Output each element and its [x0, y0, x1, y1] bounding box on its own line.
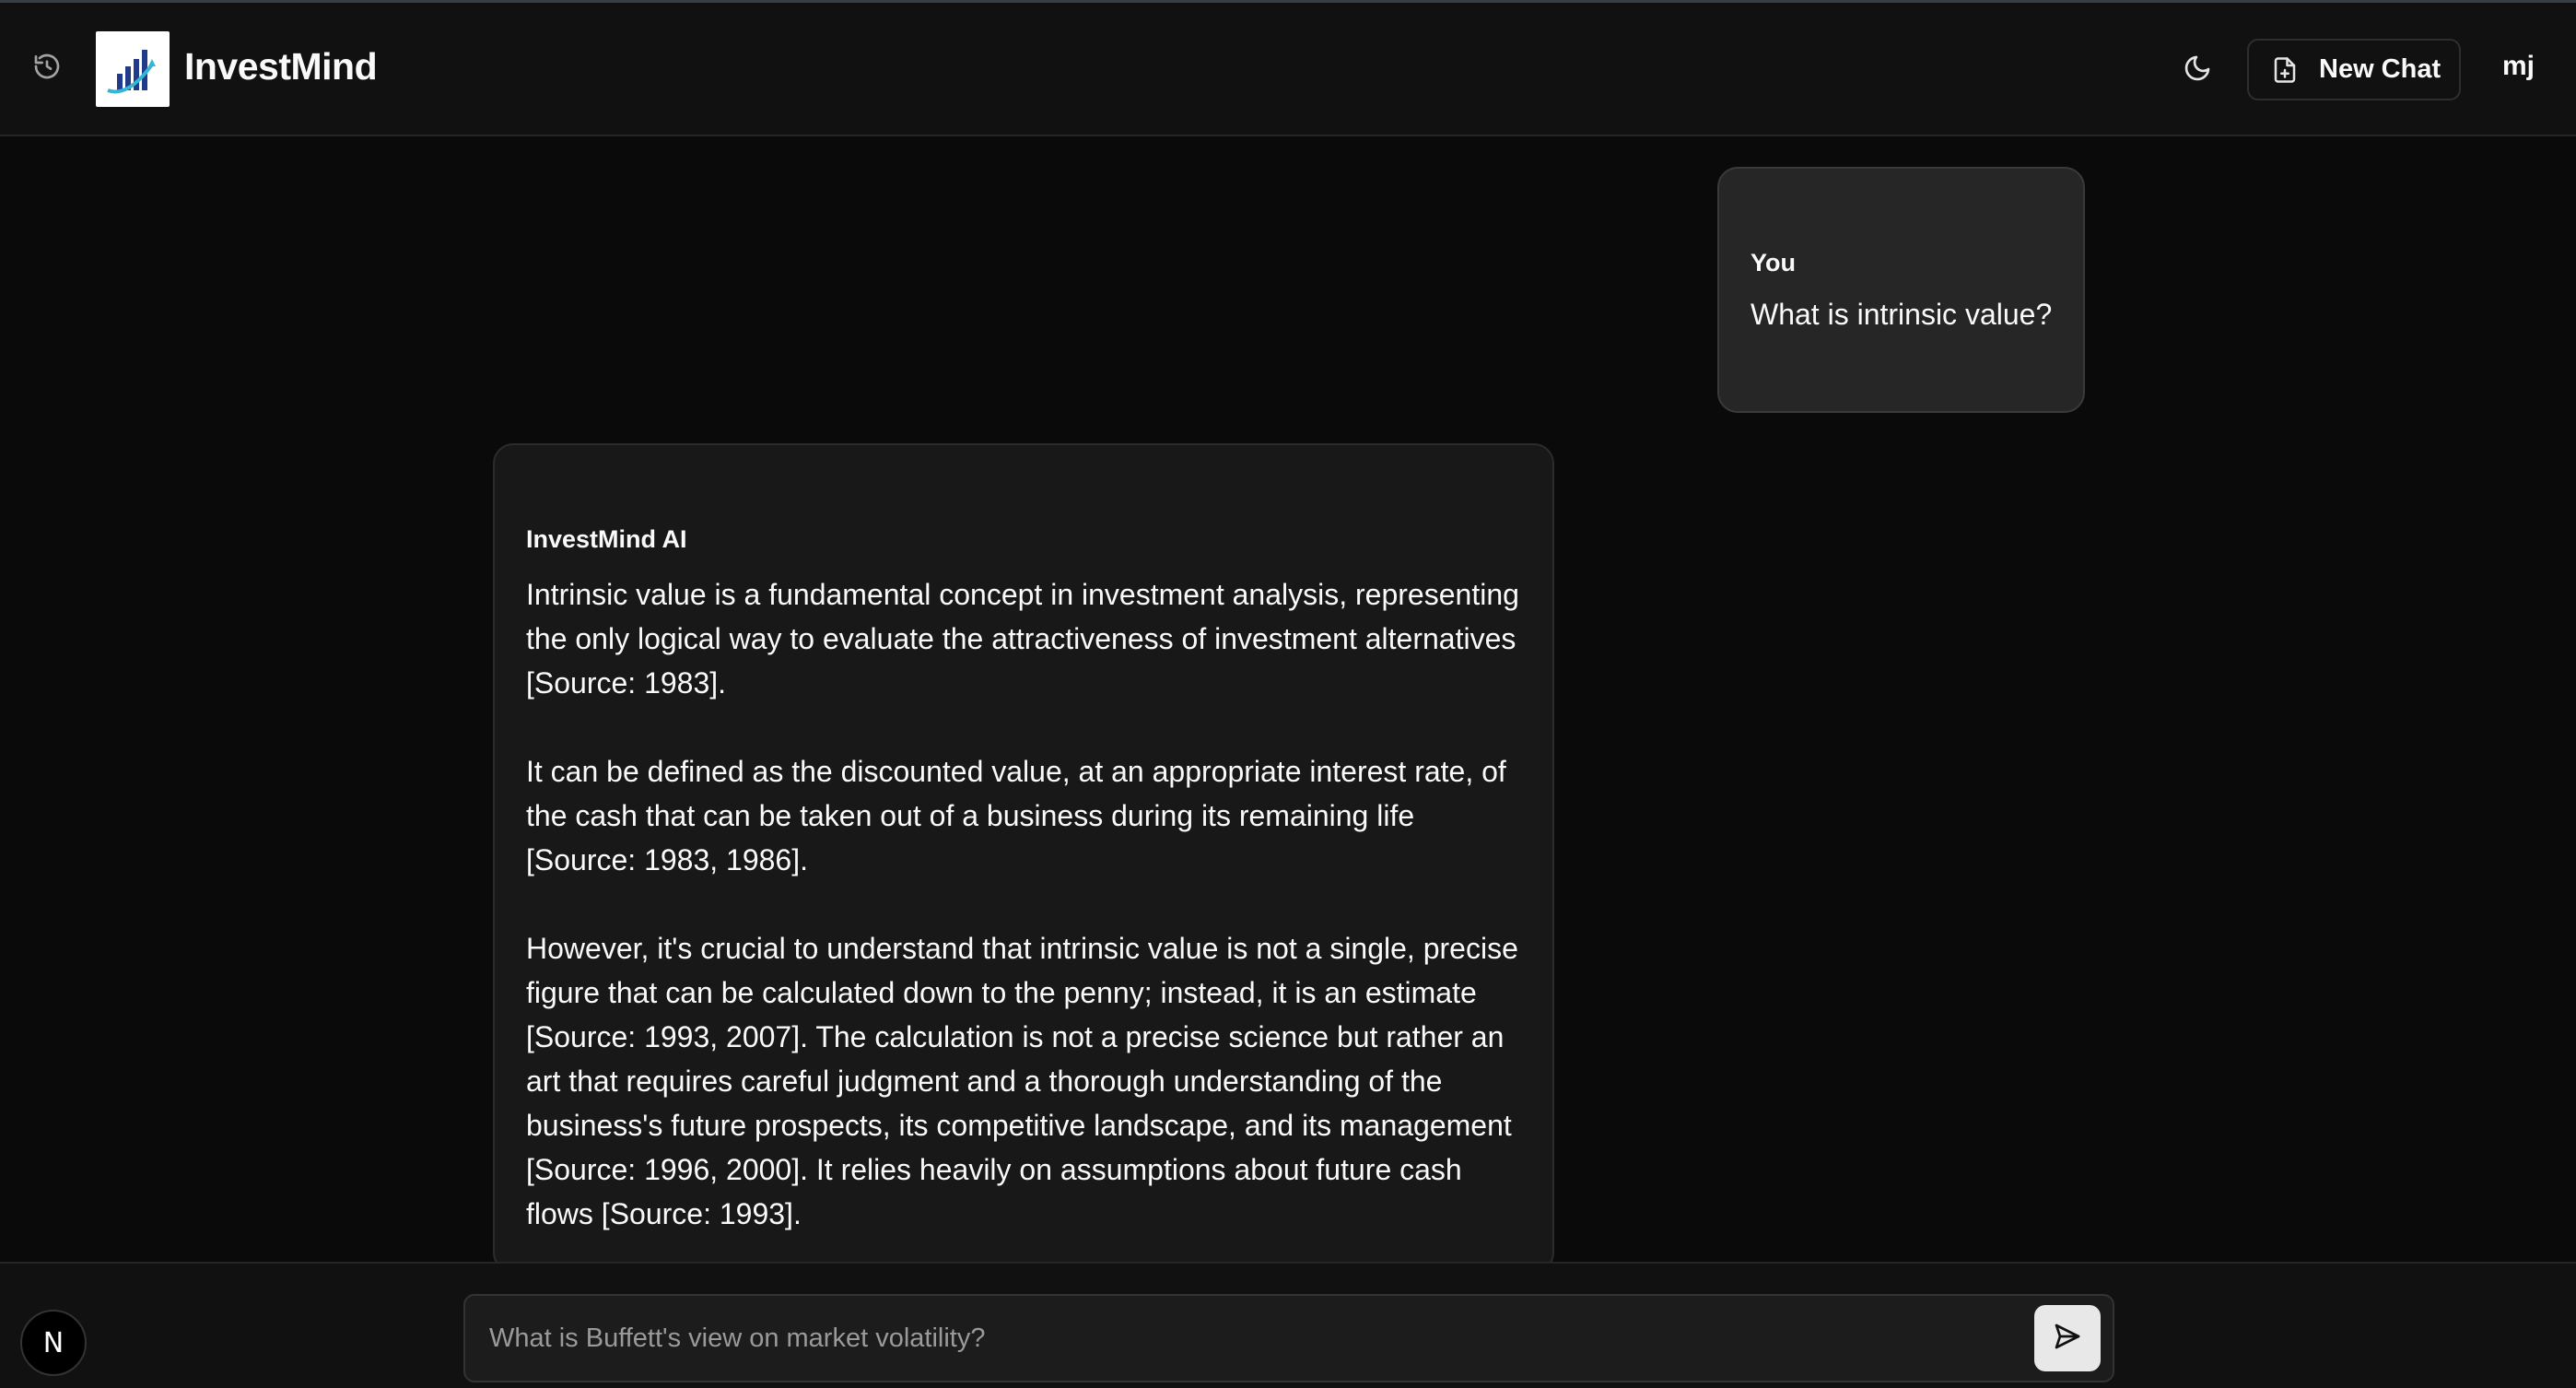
composer-bar: N	[0, 1262, 2576, 1388]
app-logo[interactable]	[96, 31, 170, 107]
history-button[interactable]	[28, 49, 66, 88]
n-logo-icon: N	[43, 1327, 64, 1359]
message-paragraph: Intrinsic value is a fundamental concept…	[526, 578, 1519, 700]
message-paragraph: It can be defined as the discounted valu…	[526, 755, 1506, 876]
user-message: You What is intrinsic value?	[1717, 167, 2085, 413]
message-paragraph: However, it's crucial to understand that…	[526, 932, 1518, 1230]
new-chat-label: New Chat	[2319, 54, 2441, 84]
history-icon	[32, 52, 62, 86]
user-avatar[interactable]: mj	[2502, 51, 2535, 82]
message-text: What is intrinsic value?	[1751, 298, 2053, 331]
app-header: InvestMind New Chat mj	[0, 3, 2576, 136]
message-sender: You	[1751, 249, 1796, 276]
app-title: InvestMind	[184, 45, 378, 88]
chat-input-container	[463, 1294, 2114, 1382]
theme-toggle-button[interactable]	[2176, 49, 2219, 91]
assistant-message: InvestMind AI Intrinsic value is a funda…	[493, 443, 1554, 1273]
new-chat-button[interactable]: New Chat	[2247, 39, 2461, 100]
send-button[interactable]	[2034, 1305, 2101, 1371]
file-plus-icon	[2269, 54, 2301, 86]
svg-text:N: N	[43, 1327, 64, 1359]
moon-icon	[2183, 53, 2212, 88]
message-sender: InvestMind AI	[526, 525, 687, 553]
send-icon	[2053, 1322, 2082, 1356]
chat-input[interactable]	[487, 1312, 1998, 1364]
n-badge[interactable]: N	[20, 1310, 87, 1376]
bar-chart-logo-icon	[107, 50, 156, 94]
